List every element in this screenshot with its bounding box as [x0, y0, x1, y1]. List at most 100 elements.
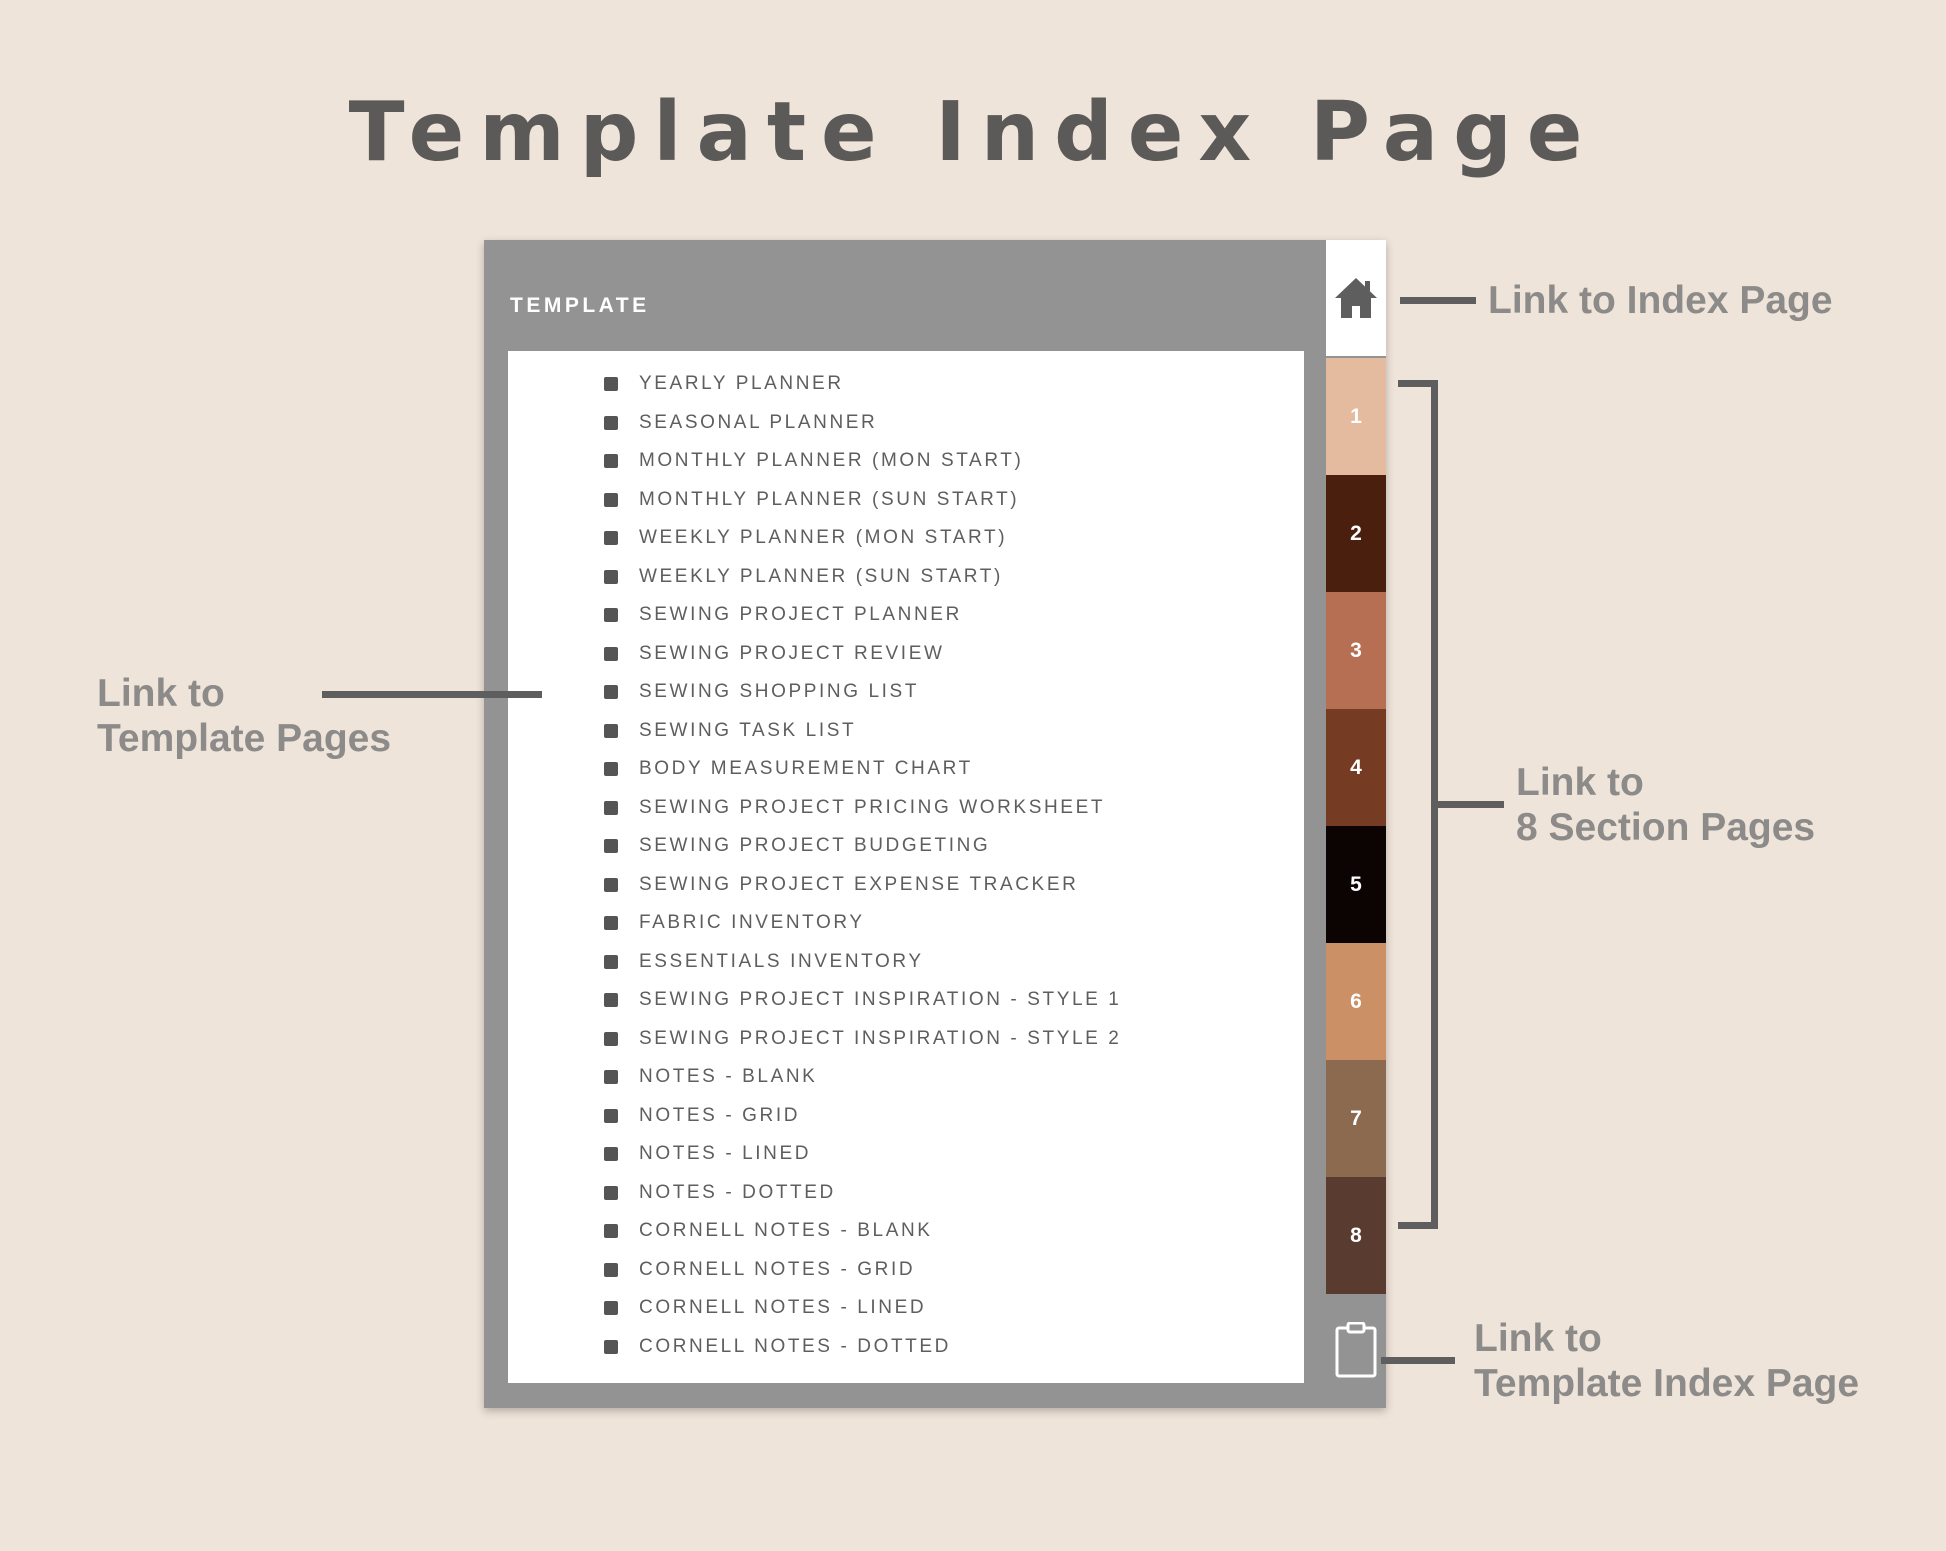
template-item-label: FABRIC INVENTORY — [639, 912, 865, 933]
template-item-label: SEWING PROJECT PLANNER — [639, 604, 962, 625]
bullet-icon — [604, 1301, 618, 1315]
template-item-label: MONTHLY PLANNER (MON START) — [639, 450, 1024, 471]
annotation-template-index-page-line-2: Template Index Page — [1474, 1362, 1860, 1405]
annotation-index-page-line-1: Link to Index Page — [1488, 279, 1833, 322]
page-title: Template Index Page — [348, 85, 1598, 180]
template-item[interactable]: SEWING PROJECT REVIEW — [604, 635, 945, 673]
template-item-label: BODY MEASUREMENT CHART — [639, 758, 973, 779]
template-item[interactable]: NOTES - DOTTED — [604, 1174, 836, 1212]
annotation-template-index-page-line-1: Link to — [1474, 1317, 1602, 1360]
section-tab-4[interactable]: 4 — [1326, 709, 1386, 826]
template-item-label: SEWING PROJECT PRICING WORKSHEET — [639, 796, 1106, 818]
template-item[interactable]: MONTHLY PLANNER (MON START) — [604, 442, 1023, 480]
bullet-icon — [604, 1224, 618, 1238]
template-item-label: CORNELL NOTES - DOTTED — [639, 1335, 951, 1357]
annotation-template-pages-line-2: Template Pages — [97, 717, 392, 760]
bullet-icon — [604, 1031, 618, 1046]
home-icon — [1335, 278, 1377, 318]
template-item-label: NOTES - GRID — [639, 1104, 801, 1126]
side-tab-bar: 12345678 — [1326, 240, 1386, 1408]
template-item-label: SEWING SHOPPING LIST — [639, 681, 920, 702]
bracket-vertical — [1431, 380, 1438, 1229]
template-item-label: SEWING PROJECT EXPENSE TRACKER — [639, 873, 1079, 895]
bullet-icon — [604, 492, 618, 507]
template-item[interactable]: WEEKLY PLANNER (SUN START) — [604, 558, 1003, 596]
bullet-icon — [604, 954, 618, 969]
template-item[interactable]: SEWING TASK LIST — [604, 712, 856, 750]
annotation-section-pages: Link to 8 Section Pages — [1516, 760, 1815, 850]
template-item-label: SEWING PROJECT REVIEW — [639, 642, 945, 664]
connector-index-page — [1400, 297, 1476, 304]
bullet-icon — [604, 877, 618, 892]
template-item[interactable]: FABRIC INVENTORY — [604, 904, 865, 942]
bullet-icon — [604, 1185, 618, 1200]
connector-template-pages — [322, 691, 542, 698]
bullet-icon — [604, 1262, 618, 1277]
template-item[interactable]: YEARLY PLANNER — [604, 365, 844, 403]
template-item[interactable]: SEWING PROJECT EXPENSE TRACKER — [604, 866, 1078, 904]
template-item-label: WEEKLY PLANNER (SUN START) — [639, 565, 1003, 587]
template-item[interactable]: BODY MEASUREMENT CHART — [604, 750, 973, 788]
template-item-label: NOTES - BLANK — [639, 1066, 818, 1087]
template-item[interactable]: SEWING SHOPPING LIST — [604, 673, 919, 711]
template-item-label: CORNELL NOTES - LINED — [639, 1297, 927, 1318]
template-header: TEMPLATE — [510, 294, 650, 317]
template-item-label: WEEKLY PLANNER (MON START) — [639, 527, 1008, 548]
template-item-label: SEWING PROJECT INSPIRATION - STYLE 2 — [639, 1027, 1122, 1049]
home-tab[interactable] — [1326, 240, 1386, 356]
template-item-label: YEARLY PLANNER — [639, 373, 844, 394]
clipboard-icon — [1335, 1322, 1377, 1378]
template-item-label: SEASONAL PLANNER — [639, 411, 878, 433]
template-item[interactable]: SEWING PROJECT BUDGETING — [604, 827, 990, 865]
bullet-icon — [604, 916, 618, 930]
bullet-icon — [604, 454, 618, 468]
template-item-label: CORNELL NOTES - BLANK — [639, 1220, 933, 1241]
template-item[interactable]: CORNELL NOTES - DOTTED — [604, 1328, 951, 1366]
annotation-section-pages-line-1: Link to — [1516, 761, 1644, 804]
section-tab-7[interactable]: 7 — [1326, 1060, 1386, 1177]
template-item-label: SEWING TASK LIST — [639, 719, 857, 741]
bracket-bottom — [1398, 1222, 1438, 1229]
template-index-tab[interactable] — [1326, 1292, 1386, 1408]
section-tab-2[interactable]: 2 — [1326, 475, 1386, 592]
template-item[interactable]: NOTES - BLANK — [604, 1058, 817, 1096]
planner-device: TEMPLATE YEARLY PLANNER SEASONAL PLANNER M… — [484, 240, 1386, 1408]
section-tab-3[interactable]: 3 — [1326, 592, 1386, 709]
bullet-icon — [604, 608, 618, 622]
template-item[interactable]: CORNELL NOTES - LINED — [604, 1289, 926, 1327]
template-item[interactable]: MONTHLY PLANNER (SUN START) — [604, 481, 1019, 519]
bullet-icon — [604, 800, 618, 815]
template-item-label: ESSENTIALS INVENTORY — [639, 950, 924, 972]
template-item[interactable]: ESSENTIALS INVENTORY — [604, 943, 924, 981]
template-item-label: CORNELL NOTES - GRID — [639, 1258, 916, 1280]
connector-section-pages — [1438, 801, 1504, 808]
annotation-template-index-page: Link to Template Index Page — [1474, 1316, 1859, 1406]
bullet-icon — [604, 993, 618, 1007]
template-item[interactable]: NOTES - LINED — [604, 1135, 811, 1173]
template-item[interactable]: CORNELL NOTES - GRID — [604, 1251, 915, 1289]
bullet-icon — [604, 1147, 618, 1161]
bullet-icon — [604, 415, 618, 430]
bullet-icon — [604, 531, 618, 545]
template-item[interactable]: SEWING PROJECT PLANNER — [604, 596, 962, 634]
bullet-icon — [604, 839, 618, 853]
template-item[interactable]: SEASONAL PLANNER — [604, 404, 877, 442]
template-item[interactable]: NOTES - GRID — [604, 1097, 800, 1135]
section-tab-8[interactable]: 8 — [1326, 1177, 1386, 1294]
bullet-icon — [604, 569, 618, 584]
annotation-template-pages: Link to Template Pages — [97, 671, 391, 761]
section-tab-1[interactable]: 1 — [1326, 358, 1386, 475]
template-list-panel: YEARLY PLANNER SEASONAL PLANNER MONTHLY PL… — [508, 351, 1304, 1383]
template-item[interactable]: CORNELL NOTES - BLANK — [604, 1212, 933, 1250]
bullet-icon — [604, 377, 618, 391]
bullet-icon — [604, 762, 618, 776]
bullet-icon — [604, 646, 618, 661]
bullet-icon — [604, 1108, 618, 1123]
template-item[interactable]: SEWING PROJECT INSPIRATION - STYLE 1 — [604, 981, 1121, 1019]
section-tab-5[interactable]: 5 — [1326, 826, 1386, 943]
template-item-label: NOTES - DOTTED — [639, 1181, 836, 1203]
template-item[interactable]: SEWING PROJECT PRICING WORKSHEET — [604, 789, 1105, 827]
section-tab-6[interactable]: 6 — [1326, 943, 1386, 1060]
template-item[interactable]: SEWING PROJECT INSPIRATION - STYLE 2 — [604, 1020, 1121, 1058]
template-item[interactable]: WEEKLY PLANNER (MON START) — [604, 519, 1007, 557]
